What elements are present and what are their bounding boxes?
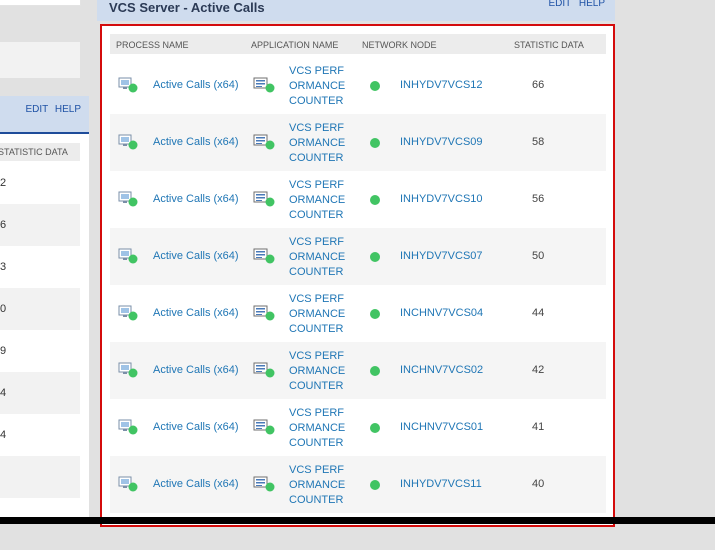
application-name-link[interactable]: VCS PERFORMANCE COUNTER xyxy=(289,349,349,394)
edit-link[interactable]: EDIT xyxy=(548,0,571,9)
app-monitor-icon xyxy=(253,419,275,435)
left-column-header: STATISTIC DATA xyxy=(0,143,80,161)
statistic-value: 42 xyxy=(532,364,545,376)
panel-header: VCS Server - Active Calls EDIT HELP xyxy=(97,0,615,21)
statistic-value: 56 xyxy=(532,193,545,205)
process-status-icon xyxy=(118,248,138,264)
status-up-icon xyxy=(370,138,380,148)
table-row: Active Calls (x64) VCS PERFORMANCE COUNTE… xyxy=(110,114,606,171)
process-status-icon xyxy=(118,362,138,378)
table-row: Active Calls (x64) VCS PERFORMANCE COUNTE… xyxy=(110,399,606,456)
app-monitor-icon xyxy=(253,476,275,492)
table-row: Active Calls (x64) VCS PERFORMANCE COUNTE… xyxy=(110,285,606,342)
statistic-value: 41 xyxy=(532,421,545,433)
process-name-link[interactable]: Active Calls (x64) xyxy=(153,478,239,490)
table-row: Active Calls (x64) VCS PERFORMANCE COUNTE… xyxy=(110,456,606,513)
app-monitor-icon xyxy=(253,191,275,207)
left-widget-header: EDIT HELP xyxy=(0,96,89,134)
process-status-icon xyxy=(118,191,138,207)
left-edit-link[interactable]: EDIT xyxy=(25,104,48,115)
process-status-icon xyxy=(118,419,138,435)
panel-title: VCS Server - Active Calls xyxy=(109,0,265,15)
left-help-link[interactable]: HELP xyxy=(55,104,81,115)
network-node-link[interactable]: INCHNV7VCS04 xyxy=(400,307,483,319)
status-up-icon xyxy=(370,252,380,262)
app-monitor-icon xyxy=(253,305,275,321)
active-calls-table: PROCESS NAME APPLICATION NAME NETWORK NO… xyxy=(100,24,615,527)
process-name-link[interactable]: Active Calls (x64) xyxy=(153,136,239,148)
process-status-icon xyxy=(118,77,138,93)
left-widget-links: EDIT HELP xyxy=(21,104,81,115)
process-name-link[interactable]: Active Calls (x64) xyxy=(153,79,239,91)
status-up-icon xyxy=(370,81,380,91)
network-node-link[interactable]: INCHNV7VCS01 xyxy=(400,421,483,433)
status-up-icon xyxy=(370,195,380,205)
network-node-link[interactable]: INHYDV7VCS07 xyxy=(400,250,483,262)
process-name-link[interactable]: Active Calls (x64) xyxy=(153,421,239,433)
application-name-link[interactable]: VCS PERFORMANCE COUNTER xyxy=(289,406,349,451)
application-name-link[interactable]: VCS PERFORMANCE COUNTER xyxy=(289,235,349,280)
process-status-icon xyxy=(118,476,138,492)
col-network-node[interactable]: NETWORK NODE xyxy=(362,40,437,50)
table-row: Active Calls (x64) VCS PERFORMANCE COUNTE… xyxy=(110,171,606,228)
statistic-value: 58 xyxy=(532,136,545,148)
status-up-icon xyxy=(370,366,380,376)
status-up-icon xyxy=(370,309,380,319)
application-name-link[interactable]: VCS PERFORMANCE COUNTER xyxy=(289,121,349,166)
status-up-icon xyxy=(370,423,380,433)
left-row: 0 xyxy=(0,288,80,330)
network-node-link[interactable]: INHYDV7VCS11 xyxy=(400,478,482,490)
app-monitor-icon xyxy=(253,77,275,93)
application-name-link[interactable]: VCS PERFORMANCE COUNTER xyxy=(289,64,349,109)
app-monitor-icon xyxy=(253,134,275,150)
process-name-link[interactable]: Active Calls (x64) xyxy=(153,250,239,262)
table-row: Active Calls (x64) VCS PERFORMANCE COUNTE… xyxy=(110,228,606,285)
process-name-link[interactable]: Active Calls (x64) xyxy=(153,307,239,319)
left-widget-panel: EDIT HELP STATISTIC DATA 2 6 3 0 9 4 4 xyxy=(0,96,89,517)
left-row xyxy=(0,456,80,498)
col-process-name[interactable]: PROCESS NAME xyxy=(116,40,189,50)
network-node-link[interactable]: INHYDV7VCS10 xyxy=(400,193,483,205)
process-status-icon xyxy=(118,134,138,150)
left-row: 9 xyxy=(0,345,7,357)
process-name-link[interactable]: Active Calls (x64) xyxy=(153,193,239,205)
left-row: 4 xyxy=(0,372,80,414)
application-name-link[interactable]: VCS PERFORMANCE COUNTER xyxy=(289,463,349,508)
app-monitor-icon xyxy=(253,248,275,264)
left-strip xyxy=(0,42,80,78)
network-node-link[interactable]: INCHNV7VCS02 xyxy=(400,364,483,376)
app-monitor-icon xyxy=(253,362,275,378)
network-node-link[interactable]: INHYDV7VCS09 xyxy=(400,136,483,148)
col-application-name[interactable]: APPLICATION NAME xyxy=(251,40,338,50)
vcs-active-calls-panel: VCS Server - Active Calls EDIT HELP PROC… xyxy=(97,0,615,527)
col-statistic-data[interactable]: STATISTIC DATA xyxy=(514,40,584,50)
process-status-icon xyxy=(118,305,138,321)
statistic-value: 66 xyxy=(532,79,545,91)
process-name-link[interactable]: Active Calls (x64) xyxy=(153,364,239,376)
left-row: 3 xyxy=(0,261,7,273)
table-header: PROCESS NAME APPLICATION NAME NETWORK NO… xyxy=(110,34,606,54)
bottom-bar xyxy=(0,517,715,524)
statistic-value: 50 xyxy=(532,250,545,262)
panel-links: EDIT HELP xyxy=(543,0,605,9)
left-row: 2 xyxy=(0,177,7,189)
status-up-icon xyxy=(370,480,380,490)
table-row: Active Calls (x64) VCS PERFORMANCE COUNTE… xyxy=(110,342,606,399)
application-name-link[interactable]: VCS PERFORMANCE COUNTER xyxy=(289,292,349,337)
network-node-link[interactable]: INHYDV7VCS12 xyxy=(400,79,483,91)
table-row: Active Calls (x64) VCS PERFORMANCE COUNTE… xyxy=(110,57,606,114)
left-row: 6 xyxy=(0,204,80,246)
application-name-link[interactable]: VCS PERFORMANCE COUNTER xyxy=(289,178,349,223)
statistic-value: 44 xyxy=(532,307,545,319)
left-row: 4 xyxy=(0,429,7,441)
statistic-value: 40 xyxy=(532,478,545,490)
left-top-card xyxy=(0,0,81,6)
help-link[interactable]: HELP xyxy=(579,0,605,9)
